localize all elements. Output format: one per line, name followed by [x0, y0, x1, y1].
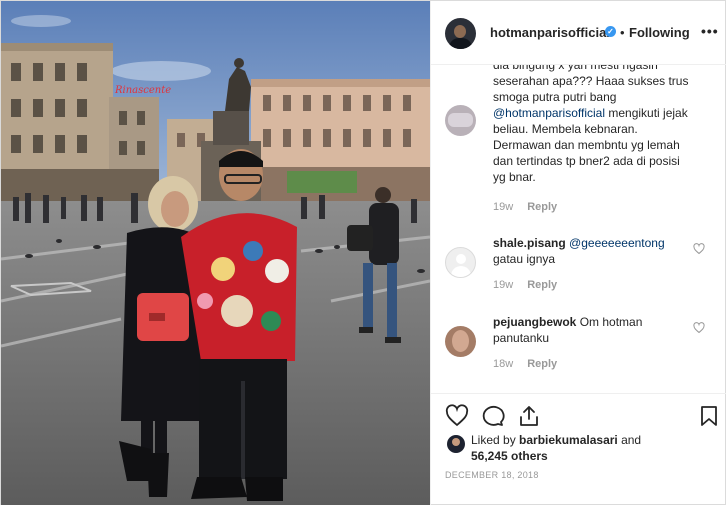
liker-username[interactable]: barbiekumalasari	[519, 433, 618, 447]
share-icon[interactable]	[517, 404, 541, 428]
likes-count[interactable]: 56,245 others	[471, 449, 548, 463]
comments-list[interactable]: dia bingung x yah mesti ngasih seserahan…	[431, 65, 726, 393]
reply-button[interactable]: Reply	[527, 201, 557, 213]
post-photo[interactable]: Rinascente	[1, 1, 430, 505]
comment-icon[interactable]	[481, 404, 505, 428]
post-side-panel: hotmanparisofficial ✓ • Following ••• di…	[430, 1, 726, 505]
likes-summary: Liked by barbiekumalasari and 56,245 oth…	[471, 432, 641, 464]
comment-meta: 19w Reply	[493, 201, 557, 213]
comment-age: 19w	[493, 279, 514, 291]
comment-age: 18w	[493, 358, 514, 370]
verified-badge-icon: ✓	[605, 26, 616, 37]
post-actions: Liked by barbiekumalasari and 56,245 oth…	[431, 393, 726, 505]
commenter-avatar-default[interactable]	[445, 247, 476, 278]
reply-button[interactable]: Reply	[527, 279, 557, 291]
reply-button[interactable]: Reply	[527, 358, 557, 370]
comment-text: pejuangbewok Om hotman panutanku	[493, 314, 693, 346]
comment-body-before: dia bingung x yah mesti ngasih seserahan…	[493, 65, 689, 104]
commenter-avatar[interactable]	[445, 326, 476, 357]
comment-text: shale.pisang @geeeeeeentong gatau ignya	[493, 235, 693, 267]
like-comment-heart-icon[interactable]	[693, 243, 705, 255]
comment-username[interactable]: shale.pisang	[493, 236, 566, 250]
comment-text: dia bingung x yah mesti ngasih seserahan…	[493, 65, 693, 185]
following-button[interactable]: Following	[629, 25, 690, 40]
bookmark-icon[interactable]	[697, 404, 721, 428]
comment-age: 19w	[493, 201, 514, 213]
store-sign: Rinascente	[114, 85, 171, 96]
comment-meta: 18w Reply	[493, 358, 557, 370]
likes-joiner: and	[617, 433, 642, 447]
liker-avatar[interactable]	[447, 435, 465, 453]
comment-mention[interactable]: @geeeeeeentong	[569, 236, 665, 250]
commenter-avatar[interactable]	[445, 105, 476, 136]
profile-username[interactable]: hotmanparisofficial	[490, 25, 610, 40]
like-comment-heart-icon[interactable]	[693, 322, 705, 334]
comment-body: gatau ignya	[493, 252, 556, 266]
instagram-post: Rinascente hotmanparisofficial ✓ • Follo…	[0, 0, 726, 505]
heart-icon[interactable]	[445, 404, 469, 428]
header-separator: •	[620, 25, 625, 40]
comment-username[interactable]: pejuangbewok	[493, 315, 576, 329]
more-options-icon[interactable]: •••	[701, 23, 719, 39]
likes-prefix: Liked by	[471, 433, 520, 447]
comment-mention[interactable]: @hotmanparisofficial	[493, 106, 605, 120]
comment-meta: 19w Reply	[493, 279, 557, 291]
post-header: hotmanparisofficial ✓ • Following •••	[431, 1, 726, 65]
post-date[interactable]: DECEMBER 18, 2018	[445, 470, 539, 480]
profile-avatar[interactable]	[445, 18, 476, 49]
photo-illustration: Rinascente	[1, 1, 430, 505]
